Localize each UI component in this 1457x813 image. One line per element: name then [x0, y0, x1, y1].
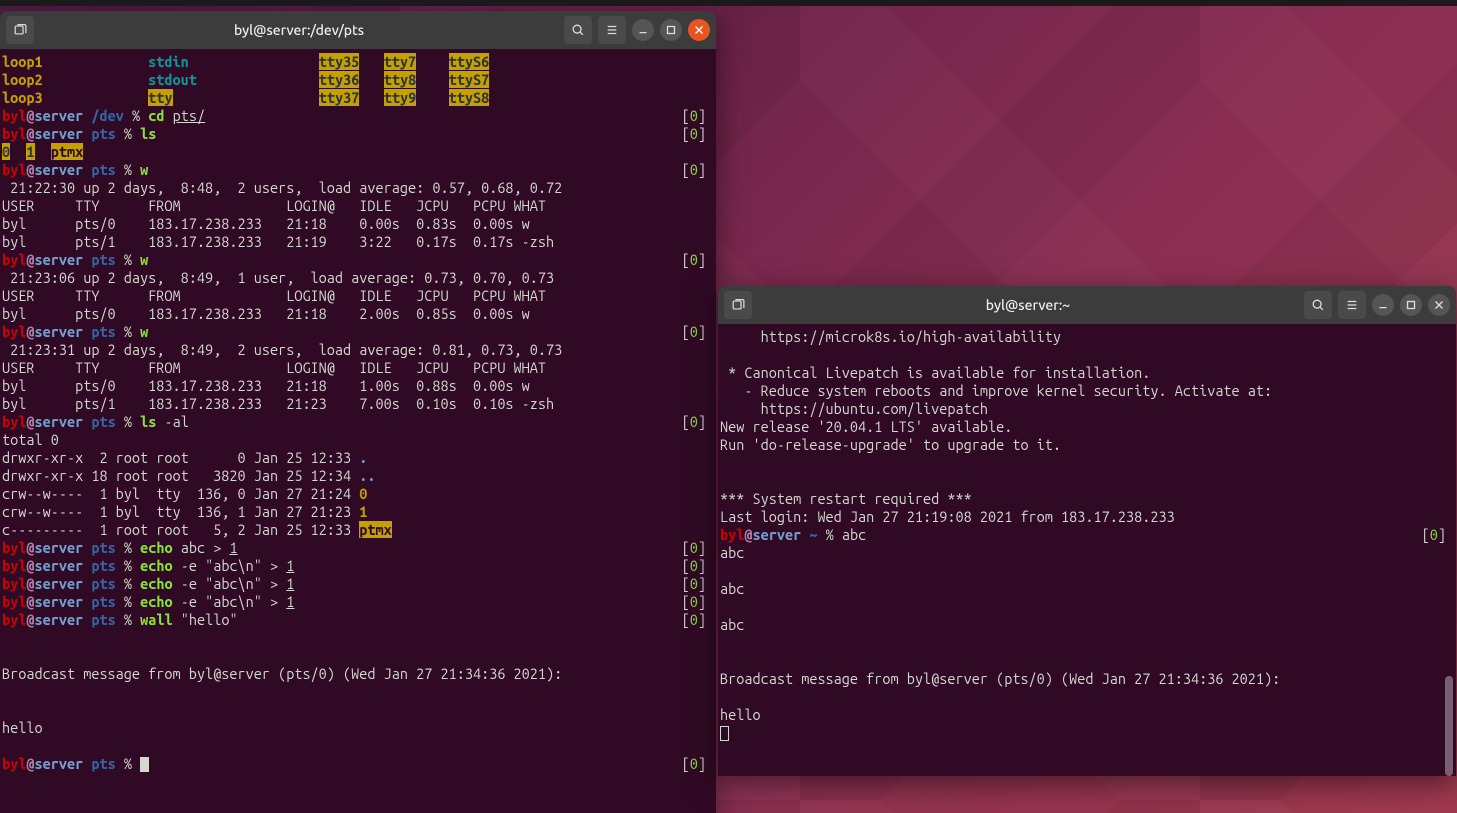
terminal-output-2[interactable]: https://microk8s.io/high-availability * … [718, 324, 1456, 746]
close-button[interactable] [1428, 294, 1450, 316]
maximize-button[interactable] [1400, 294, 1422, 316]
close-button[interactable] [688, 19, 710, 41]
desktop-topbar [0, 0, 1457, 6]
window-title-1: byl@server:/dev/pts [40, 22, 558, 38]
terminal-output-1[interactable]: loop1 stdin tty35 tty7 ttyS6loop2 stdout… [0, 49, 716, 777]
window-title-2: byl@server:~ [758, 297, 1298, 313]
search-icon[interactable] [1304, 291, 1332, 319]
terminal-window-1: byl@server:/dev/pts loop1 stdin tty35 tt… [0, 11, 716, 813]
new-tab-button[interactable] [6, 16, 34, 44]
scroll-thumb[interactable] [1445, 676, 1453, 776]
terminal-window-2: byl@server:~ https://microk8s.io/high-av… [718, 286, 1456, 776]
minimize-button[interactable] [632, 19, 654, 41]
hamburger-menu-icon[interactable] [598, 16, 626, 44]
minimize-button[interactable] [1372, 294, 1394, 316]
maximize-button[interactable] [660, 19, 682, 41]
titlebar-1: byl@server:/dev/pts [0, 11, 716, 49]
new-tab-button[interactable] [724, 291, 752, 319]
titlebar-2: byl@server:~ [718, 286, 1456, 324]
scrollbar[interactable] [1444, 326, 1454, 774]
search-icon[interactable] [564, 16, 592, 44]
hamburger-menu-icon[interactable] [1338, 291, 1366, 319]
